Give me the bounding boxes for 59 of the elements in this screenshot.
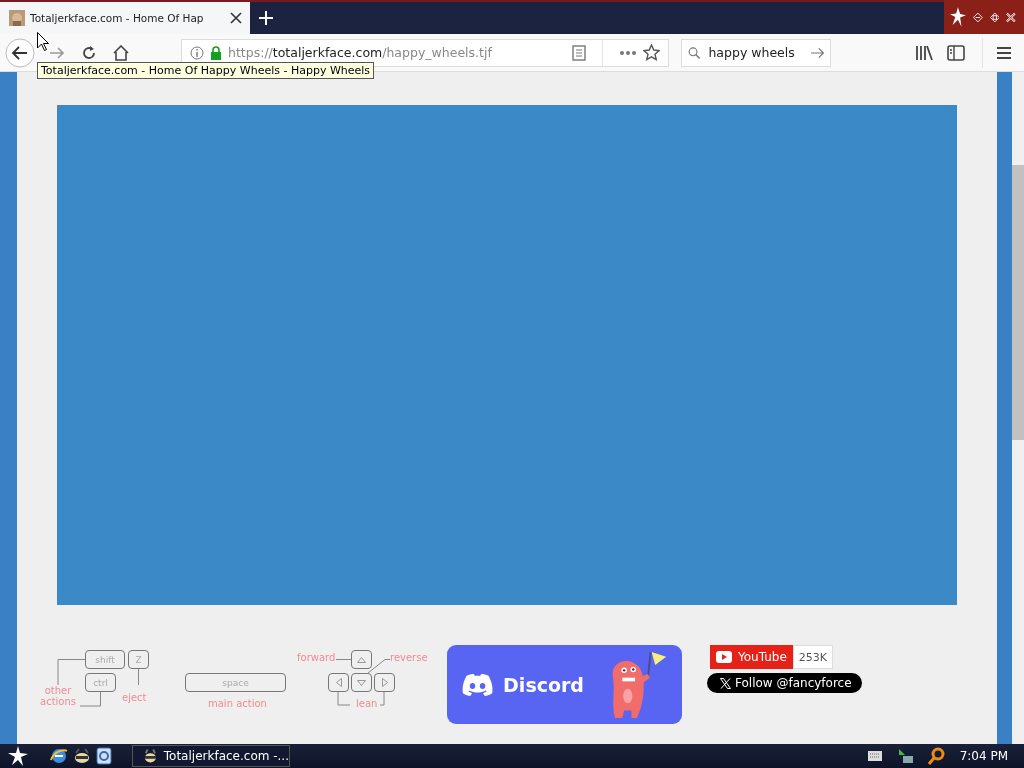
back-button[interactable]: [5, 37, 35, 68]
close-icon[interactable]: [1006, 11, 1016, 23]
follow-button[interactable]: Follow @fancyforce: [707, 673, 862, 693]
keyboard-icon[interactable]: [867, 751, 882, 761]
address-bar[interactable]: https://totaljerkface.com/happy_wheels.tjf: [181, 38, 669, 67]
leader-line: [138, 668, 139, 686]
url-text: https://totaljerkface.com/happy_wheels.tjf: [228, 45, 492, 60]
reload-icon[interactable]: [81, 44, 97, 61]
key-label: main action: [208, 698, 267, 709]
site-favicon: [9, 10, 25, 26]
leader-line: [57, 659, 86, 687]
new-tab-icon[interactable]: [259, 11, 273, 25]
keyboard-key: shift: [85, 650, 125, 669]
scrollbar[interactable]: [1012, 72, 1024, 744]
lock-icon: [210, 45, 222, 60]
forward-icon[interactable]: [49, 44, 65, 61]
search-field[interactable]: happy wheels: [681, 38, 831, 67]
discord-banner[interactable]: Discord: [447, 645, 682, 724]
clock: 7:04 PM: [959, 749, 1008, 763]
library-icon[interactable]: [915, 44, 933, 61]
star-icon: [950, 6, 966, 28]
keyboard-key: ctrl: [85, 673, 116, 692]
minimize-icon[interactable]: [972, 11, 983, 23]
subscriber-count: 253K: [792, 645, 833, 669]
youtube-button[interactable]: YouTube: [710, 645, 793, 669]
x-logo-icon: [720, 677, 731, 689]
home-icon[interactable]: [113, 44, 129, 61]
down-arrow-icon: [357, 679, 366, 686]
key-label: other actions: [38, 685, 78, 707]
maximize-icon[interactable]: [989, 11, 1000, 23]
keyboard-key: Z: [128, 650, 149, 669]
taskbar-button[interactable]: Totaljerkface.com -...: [132, 745, 290, 767]
up-arrow-icon: [357, 656, 366, 663]
start-star-icon[interactable]: [8, 746, 28, 766]
menu-icon[interactable]: [996, 45, 1012, 60]
key-label: reverse: [390, 652, 428, 663]
keyboard-key: space: [185, 673, 286, 692]
discord-logo-icon: [462, 671, 494, 698]
go-arrow-icon[interactable]: [810, 45, 824, 60]
tooltip: Totaljerkface.com - Home Of Happy Wheels - Happy Wheels: [37, 62, 375, 79]
key-label: lean: [356, 698, 378, 709]
right-arrow-icon: [381, 678, 388, 687]
key-label: forward: [297, 652, 336, 663]
key-label: eject: [122, 692, 147, 703]
leader-line: [79, 691, 101, 707]
more-icon[interactable]: [619, 49, 637, 56]
leader-line: [367, 659, 391, 674]
search-icon: [688, 44, 701, 61]
magnifier-icon[interactable]: [927, 747, 946, 765]
leader-line: [337, 691, 385, 706]
sidebar-icon[interactable]: [947, 44, 965, 61]
browser-tab[interactable]: Totaljerkface.com - Home Of Hap: [0, 2, 250, 34]
bookmark-star-icon[interactable]: [643, 44, 660, 61]
info-icon: [190, 45, 204, 60]
close-icon[interactable]: [230, 12, 242, 24]
left-arrow-icon: [335, 678, 342, 687]
play-icon: [716, 651, 732, 663]
leader-line: [335, 659, 352, 660]
reader-view-icon[interactable]: [572, 44, 586, 61]
